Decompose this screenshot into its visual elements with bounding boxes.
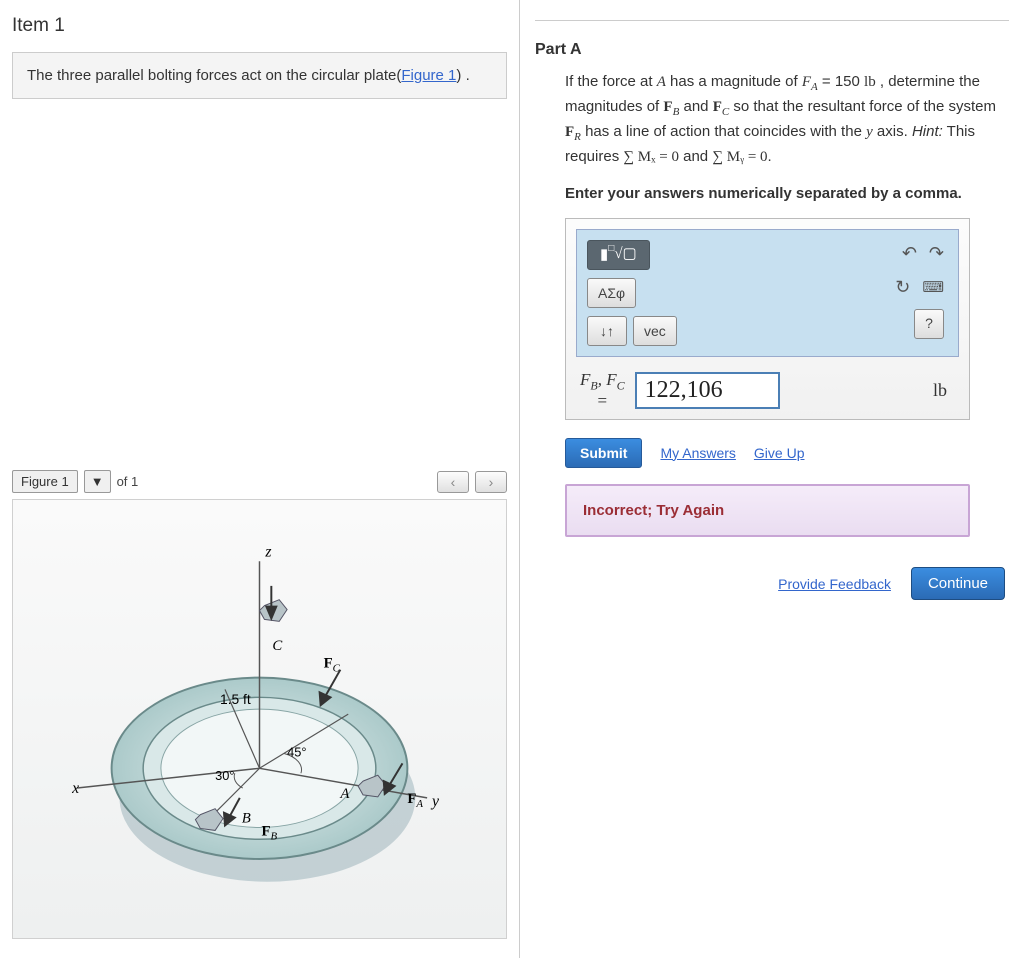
continue-button[interactable]: Continue [911,567,1005,600]
figure-label-text: Figure 1 [21,474,69,489]
equation-toolbar: ▮□√▢√▢ ΑΣφ ↓↑ vec ↶ ↷ ↻ [576,229,959,357]
help-button[interactable]: ? [914,309,944,339]
angle-30-label: 30° [215,768,234,783]
answer-row: FB, FC = lb [576,371,959,408]
part-a-body: If the force at A has a magnitude of FA … [535,71,1009,600]
figure-prev-button[interactable]: ‹ [437,471,469,493]
point-b-label: B [242,811,251,827]
problem-text-pre: The three parallel bolting forces act on… [27,67,401,84]
axis-x-label: x [71,780,79,797]
figure-next-button[interactable]: › [475,471,507,493]
question-text: If the force at A has a magnitude of FA … [565,71,1009,169]
feedback-message: Incorrect; Try Again [565,484,970,538]
my-answers-link[interactable]: My Answers [660,443,735,463]
keyboard-icon[interactable]: ⌨ [922,277,944,299]
redo-icon[interactable]: ↷ [929,240,944,266]
radius-label: 1.5 ft [220,692,251,707]
answer-area: ▮□√▢√▢ ΑΣφ ↓↑ vec ↶ ↷ ↻ [565,218,970,419]
submit-button[interactable]: Submit [565,438,642,468]
updown-button[interactable]: ↓↑ [587,316,627,346]
vec-button[interactable]: vec [633,316,677,346]
axis-y-label: y [430,793,439,810]
point-c-label: C [272,638,282,654]
figure-link[interactable]: Figure 1 [401,67,456,84]
figure-count: of 1 [117,474,139,489]
undo-icon[interactable]: ↶ [902,240,917,266]
axis-z-label: z [264,543,271,560]
part-a-heading: Part A [535,20,1009,59]
reset-icon[interactable]: ↻ [895,274,910,300]
point-a-label: A [339,786,350,802]
provide-feedback-link[interactable]: Provide Feedback [778,574,891,594]
answer-unit: lb [933,377,955,403]
right-pane: Part A If the force at A has a magnitude… [520,0,1024,958]
problem-statement: The three parallel bolting forces act on… [12,52,507,99]
give-up-link[interactable]: Give Up [754,443,805,463]
templates-button[interactable]: ▮□√▢√▢ [587,240,650,270]
action-row: Submit My Answers Give Up [565,438,1009,468]
force-c-label: FC [324,656,341,675]
footer-row: Provide Feedback Continue [565,567,1009,600]
item-title: Item 1 [12,15,507,37]
answer-variable-label: FB, FC = [580,371,625,408]
greek-button[interactable]: ΑΣφ [587,278,636,308]
figure-dropdown[interactable]: ▼ [84,470,111,493]
figure-panel: Figure 1 ▼ of 1 ‹ › [12,470,507,939]
answer-input[interactable] [635,372,780,409]
left-pane: Item 1 The three parallel bolting forces… [0,0,520,958]
problem-text-post: ) . [456,67,469,84]
figure-label-button[interactable]: Figure 1 [12,470,78,493]
answer-instruction: Enter your answers numerically separated… [565,183,1009,205]
figure-image: z x y C B A FC FB FA 1.5 ft 30° 45° [12,499,507,939]
figure-header: Figure 1 ▼ of 1 ‹ › [12,470,507,493]
angle-45-label: 45° [287,744,306,759]
